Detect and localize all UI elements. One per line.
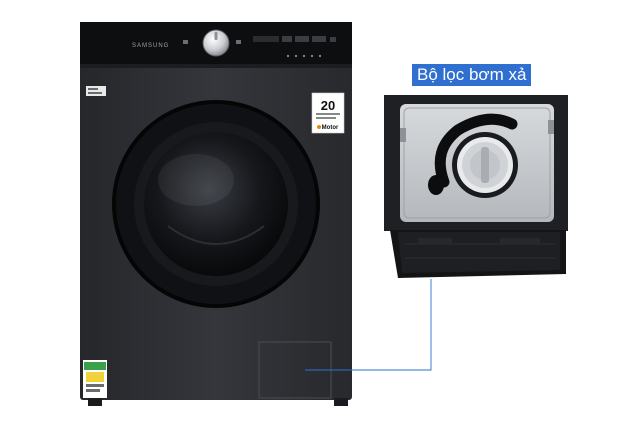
product-image-stage: SAMSUNG · · · · · 20 Motor Bộ lọc bơm xả	[0, 0, 630, 430]
warranty-years: 20	[321, 98, 335, 113]
machine-foot-right	[334, 398, 348, 406]
machine-foot-left	[88, 398, 102, 406]
spec-sticker	[86, 86, 106, 96]
door-glass	[144, 132, 288, 276]
washing-machine-illustration: SAMSUNG · · · · · 20 Motor	[80, 22, 568, 406]
brand-logo-text: SAMSUNG	[132, 43, 169, 49]
drain-filter-inset	[384, 95, 568, 278]
control-panel: SAMSUNG · · · · ·	[80, 22, 352, 68]
warranty-motor-text: Motor	[322, 125, 339, 131]
start-button-icon	[236, 40, 241, 44]
callout-label: Bộ lọc bơm xả	[412, 64, 532, 86]
power-button-icon	[183, 40, 188, 44]
warranty-sticker: 20 Motor	[311, 92, 345, 134]
energy-label	[83, 360, 107, 398]
washing-machine-door	[112, 100, 320, 308]
svg-text:· · · · ·: · · · · ·	[313, 62, 321, 66]
